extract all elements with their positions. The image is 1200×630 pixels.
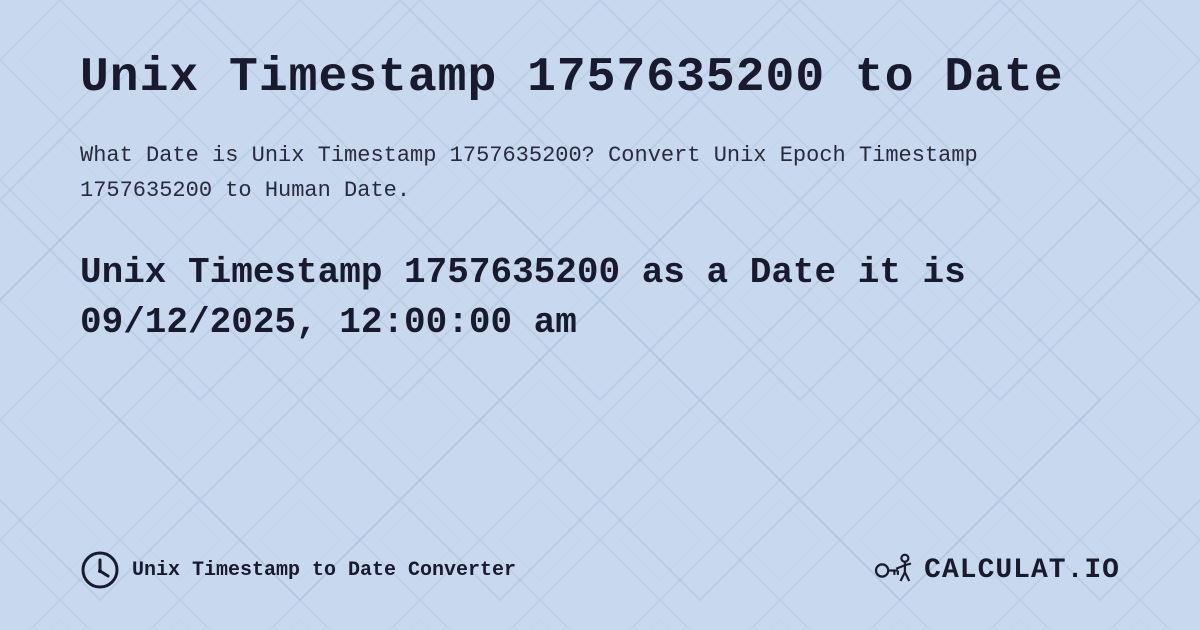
page-title: Unix Timestamp 1757635200 to Date	[80, 50, 1120, 108]
result-text: Unix Timestamp 1757635200 as a Date it i…	[80, 248, 1120, 349]
footer-link-text[interactable]: Unix Timestamp to Date Converter	[132, 559, 516, 582]
footer-left: Unix Timestamp to Date Converter	[80, 550, 516, 590]
result-section: Unix Timestamp 1757635200 as a Date it i…	[80, 248, 1120, 349]
description-text: What Date is Unix Timestamp 1757635200? …	[80, 138, 980, 208]
footer: Unix Timestamp to Date Converter	[80, 530, 1120, 590]
logo-text: CALCULAT.IO	[924, 555, 1120, 586]
calculat-logo-icon	[871, 553, 916, 588]
clock-icon	[80, 550, 120, 590]
logo-area: CALCULAT.IO	[871, 553, 1120, 588]
